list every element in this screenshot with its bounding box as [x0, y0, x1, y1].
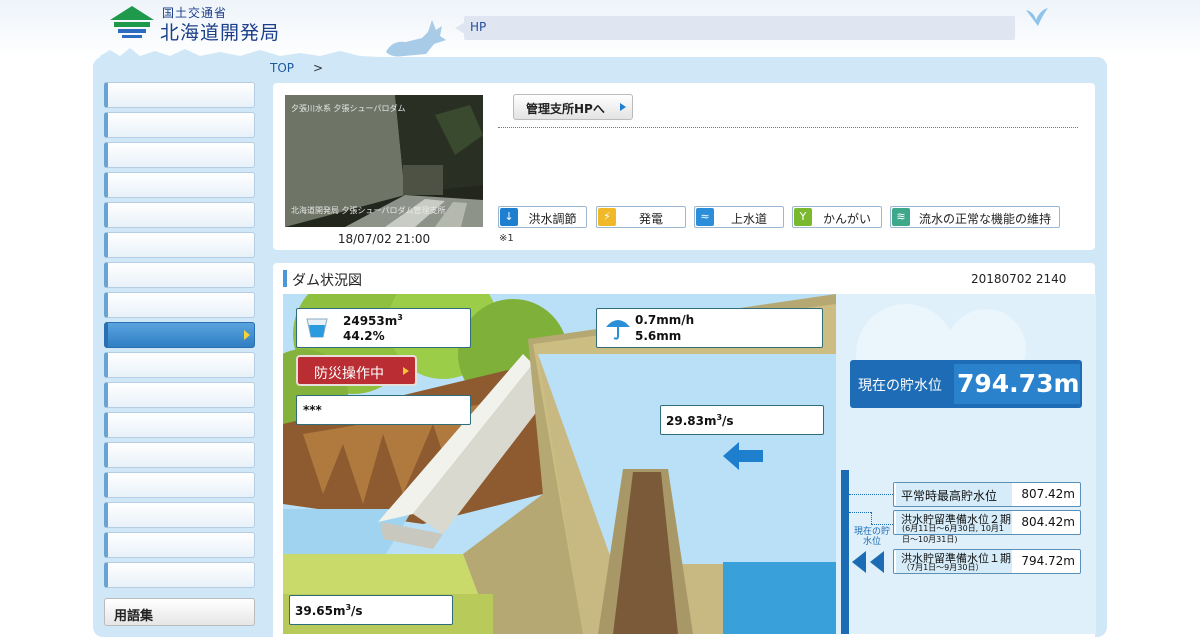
glossary-label: 用語集 [114, 609, 154, 624]
inflow-unit: /s [722, 414, 734, 428]
sidebar-item[interactable] [104, 502, 255, 528]
purpose-label: 発電 [638, 212, 663, 226]
storage-rate-value: 44.2% [343, 329, 385, 343]
level-row-flood-phase2: 洪水貯留準備水位２期 (6月11日〜6月30日, 10月1日〜10月31日) 8… [893, 510, 1081, 544]
sidebar-item[interactable] [104, 172, 255, 198]
disaster-operation-arrow-icon [403, 367, 409, 375]
purpose-label: 流水の正常な機能の維持 [918, 212, 1051, 226]
river-flow-icon: ≋ [892, 208, 910, 226]
camera-overlay-bottom: 北海道開発局 夕張シューパロダム管理支所 [291, 206, 446, 215]
hp-link-label[interactable]: HP [470, 20, 486, 34]
inflow-value: 29.83m [666, 414, 717, 428]
current-level-value-box: 794.73m [954, 364, 1080, 404]
office-hp-label: 管理支所HPへ [526, 102, 605, 116]
purpose-power[interactable]: ⚡ 発電 [596, 206, 686, 228]
storage-volume-unit-sup: 3 [397, 313, 403, 322]
purpose-flood-control[interactable]: ↓ 洪水調節 [498, 206, 587, 228]
inflow-arrow-icon [723, 442, 763, 470]
rainfall-box: 0.7mm/h 5.6mm [596, 308, 823, 348]
dam-status-timestamp: 20180702 2140 [971, 272, 1067, 286]
sidebar-item[interactable] [104, 442, 255, 468]
title-accent-bar [283, 270, 287, 287]
bird-icon [1026, 8, 1048, 26]
sidebar-item[interactable] [104, 112, 255, 138]
level-value: 804.42m [1021, 515, 1075, 529]
breadcrumb-separator: > [313, 61, 324, 75]
sidebar-item[interactable] [104, 412, 255, 438]
dam-status-title: ダム状況図 [292, 273, 362, 289]
purpose-label: かんがい [822, 212, 871, 226]
inflow-box: 29.83m3/s [660, 405, 824, 435]
sidebar-item[interactable] [104, 142, 255, 168]
level-guide-line [871, 524, 893, 525]
purpose-water-supply[interactable]: ≈ 上水道 [694, 206, 784, 228]
outflow-box: 39.65m3/s [289, 595, 453, 625]
camera-timestamp: 18/07/02 21:00 [337, 232, 431, 246]
glossary-button[interactable]: 用語集 [104, 598, 255, 626]
storage-volume-value: 24953m [343, 314, 398, 328]
level-value: 794.72m [1021, 554, 1075, 568]
current-level-label: 現在の貯水位 [858, 378, 942, 394]
current-level-value: 794.73m [957, 369, 1080, 398]
cloud-decoration-icon [856, 304, 1026, 364]
level-row-flood-phase1: 洪水貯留準備水位１期 （7月1日〜9月30日） 794.72m [893, 549, 1081, 574]
disaster-operation-label: 防災操作中 [314, 366, 384, 382]
umbrella-icon [606, 320, 630, 340]
camera-overlay-top: 夕張川水系 夕張シューパロダム [291, 104, 406, 113]
water-level-area [836, 294, 1096, 634]
current-level-marker-label: 現在の貯水位 [854, 527, 891, 547]
rainfall-total-value: 5.6mm [635, 329, 682, 343]
water-level-gauge [841, 470, 849, 634]
outflow-value: 39.65m [295, 604, 346, 618]
level-name: 平常時最高貯水位 [901, 489, 998, 503]
level-guide-line [871, 512, 872, 524]
office-hp-arrow-icon [620, 103, 626, 111]
level-period: (6月11日〜6月30日, 10月1日〜10月31日) [902, 524, 1005, 544]
sidebar-item[interactable] [104, 352, 255, 378]
sidebar-item[interactable] [104, 262, 255, 288]
level-guide-line [849, 494, 893, 495]
purpose-label: 洪水調節 [528, 212, 577, 226]
outflow-unit: /s [351, 604, 363, 618]
live-camera-image[interactable]: 夕張川水系 夕張シューパロダム 北海道開発局 夕張シューパロダム管理支所 [285, 95, 483, 227]
sidebar-item[interactable] [104, 562, 255, 588]
rainfall-hourly-value: 0.7mm/h [635, 313, 695, 327]
disaster-operation-button[interactable]: 防災操作中 [296, 355, 417, 386]
storage-volume-box: 24953m3 44.2% [296, 308, 471, 348]
sidebar-item[interactable] [104, 532, 255, 558]
grass-decoration-icon [100, 48, 1100, 64]
sidebar-item[interactable] [104, 202, 255, 228]
purpose-river-flow[interactable]: ≋ 流水の正常な機能の維持 [890, 206, 1060, 228]
sidebar-item[interactable] [104, 82, 255, 108]
purpose-irrigation[interactable]: Y かんがい [792, 206, 882, 228]
footnote-marker: ※1 [499, 233, 514, 244]
level-value: 807.42m [1021, 487, 1075, 501]
flood-control-icon: ↓ [500, 208, 518, 226]
breadcrumb-top-link[interactable]: TOP [270, 61, 294, 75]
sidebar-item[interactable] [104, 292, 255, 318]
sidebar-item-active[interactable] [104, 322, 255, 348]
sidebar-active-arrow-icon [244, 330, 250, 340]
level-row-normal-max: 平常時最高貯水位 807.42m [893, 482, 1081, 507]
status-text-box: *** [296, 395, 471, 425]
status-text: *** [303, 403, 322, 417]
org-main-title[interactable]: 北海道開発局 [160, 18, 280, 45]
water-supply-icon: ≈ [696, 208, 714, 226]
purpose-label: 上水道 [730, 212, 767, 226]
hp-bar-pointer-icon [455, 22, 465, 34]
sidebar-item[interactable] [104, 232, 255, 258]
divider [498, 127, 1078, 128]
current-level-marker-icon [852, 551, 884, 573]
irrigation-icon: Y [794, 208, 812, 226]
hp-link-bar[interactable] [464, 16, 1015, 40]
sidebar-item[interactable] [104, 472, 255, 498]
sidebar-item[interactable] [104, 382, 255, 408]
level-guide-line [849, 512, 871, 513]
power-icon: ⚡ [598, 208, 616, 226]
reservoir-icon [306, 318, 328, 338]
level-period: （7月1日〜9月30日） [902, 563, 984, 572]
office-hp-button[interactable]: 管理支所HPへ [513, 94, 633, 120]
